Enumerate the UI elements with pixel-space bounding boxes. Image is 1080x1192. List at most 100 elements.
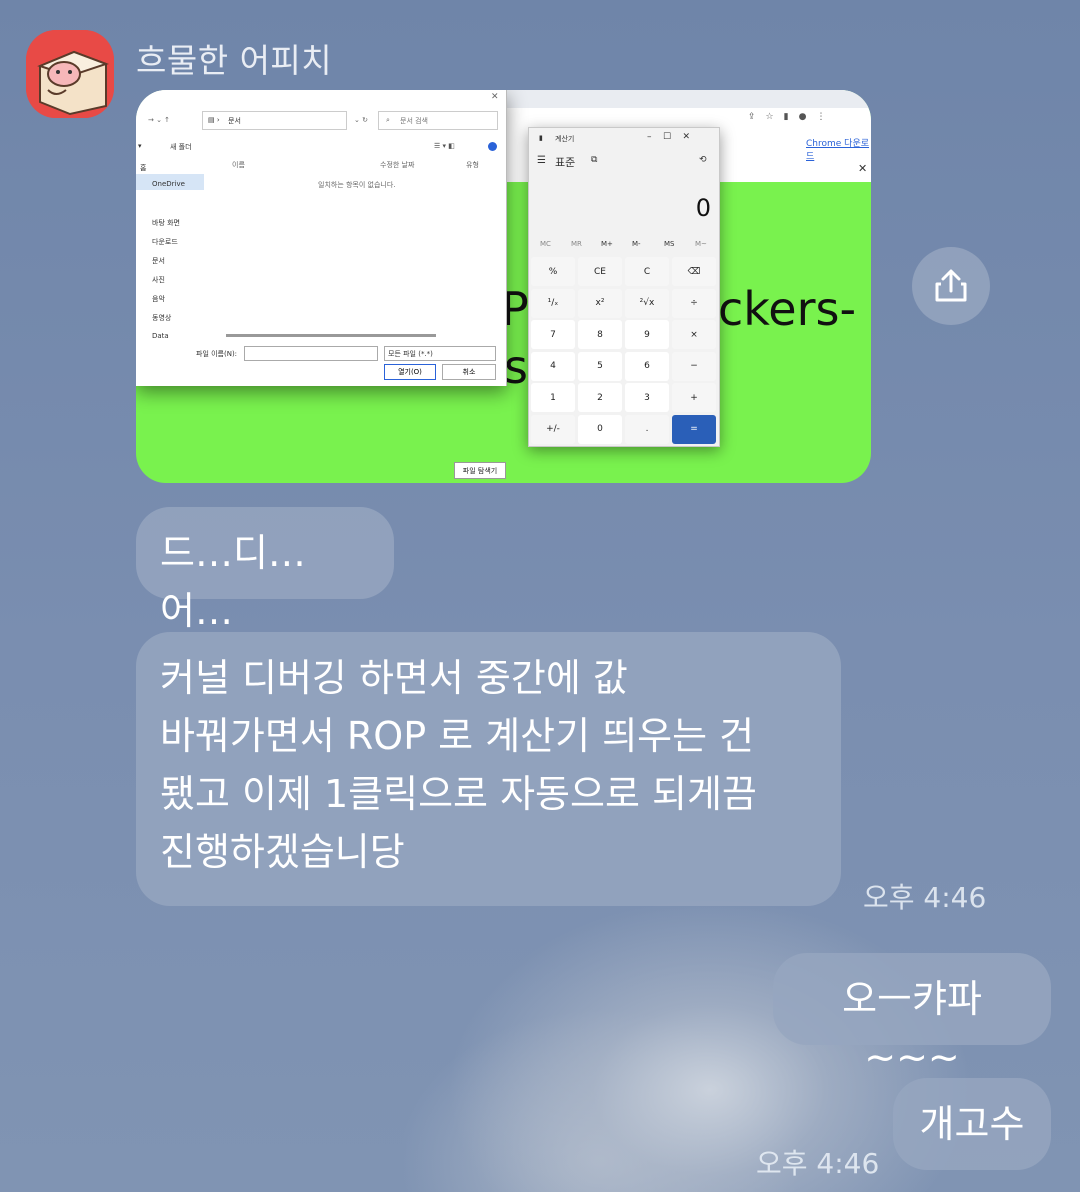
nav-item-home: 홈 xyxy=(140,164,147,172)
apeach-avatar-icon xyxy=(26,30,114,118)
browser-toolbar-icons: ⇪ ☆ ▮ ● ⋮ xyxy=(748,112,868,126)
open-button: 열기(O) xyxy=(384,364,436,380)
path-box xyxy=(202,111,347,130)
nav-item-data: Data xyxy=(152,332,169,340)
calc-key: 2 xyxy=(578,383,622,412)
calc-key: − xyxy=(672,351,716,381)
calc-key: = xyxy=(672,414,716,444)
nav-item-pictures: 사진 xyxy=(152,276,165,284)
browse-files-button: 파일 탐색기 xyxy=(454,462,506,479)
calc-key: 3 xyxy=(625,383,669,412)
chrome-download-link: Chrome 다운로드 xyxy=(806,139,870,162)
calc-key: 9 xyxy=(625,320,669,349)
path-label: 문서 xyxy=(228,117,241,125)
share-small-icon: ⇪ xyxy=(748,112,756,122)
sent-message-text: 오ㅡ캬파~~~ xyxy=(842,977,982,1079)
nav-arrows-icon: → ⌄ ↑ xyxy=(148,116,171,124)
cancel-button: 취소 xyxy=(442,364,496,380)
filename-input xyxy=(244,346,378,361)
search-box xyxy=(378,111,498,130)
refresh-icon: ⌄ ↻ xyxy=(354,116,368,124)
share-icon xyxy=(935,269,967,302)
nav-item-documents: 문서 xyxy=(152,257,165,265)
calculator-window: ▮ 계산기 – ☐ ✕ ☰ 표준 ⧉ ⟲ 0 MC MR M+ M- MS M~… xyxy=(528,127,720,447)
message-line: 커널 디버깅 하면서 중간에 값 xyxy=(160,656,628,700)
received-timestamp: 오후 4:46 xyxy=(863,881,987,914)
memory-mplus: M+ xyxy=(601,240,613,248)
nav-item-videos: 동영상 xyxy=(152,314,172,322)
memory-ms: MS xyxy=(664,240,675,248)
nav-item-music: 음악 xyxy=(152,295,165,303)
calc-key: 1 xyxy=(531,383,575,412)
nav-item-onedrive: OneDrive xyxy=(152,180,185,188)
search-placeholder: 문서 검색 xyxy=(400,117,428,125)
message-bubble[interactable]: 드…디…어… xyxy=(136,507,394,633)
star-icon: ☆ xyxy=(765,112,774,122)
extension-icon: ▮ xyxy=(783,112,789,122)
empty-message: 일치하는 항목이 없습니다. xyxy=(318,181,396,189)
sent-timestamp: 오후 4:46 xyxy=(756,1147,880,1180)
calculator-title: 계산기 xyxy=(555,135,575,143)
calculator-app-icon: ▮ xyxy=(539,134,543,142)
calc-key: CE xyxy=(578,257,622,286)
shared-screenshot-image[interactable]: ⇪ ☆ ▮ ● ⋮ Chrome 다운로드 ✕ P ckers- st ✕ → … xyxy=(136,90,871,483)
sent-message-bubble[interactable]: 개고수 xyxy=(893,1078,1051,1170)
message-line: 바꿔가면서 ROP 로 계산기 띄우는 건 xyxy=(160,714,755,758)
calc-key: ⌫ xyxy=(672,257,716,286)
calc-key: C xyxy=(625,257,669,286)
calc-key: % xyxy=(531,257,575,286)
calc-key: +/- xyxy=(531,414,575,444)
calc-key: ²√x xyxy=(625,288,669,318)
column-type: 유형 xyxy=(466,161,479,169)
calc-key: + xyxy=(672,383,716,412)
calculator-mode: 표준 xyxy=(555,156,576,169)
page-text-right: ckers- xyxy=(718,282,857,336)
calc-key: 8 xyxy=(578,320,622,349)
message-bubble-long[interactable]: 커널 디버깅 하면서 중간에 값 바꿔가면서 ROP 로 계산기 띄우는 건 됐… xyxy=(136,632,841,906)
calc-key: x² xyxy=(578,288,622,318)
memory-mminus: M- xyxy=(632,240,641,248)
history-icon: ⟲ xyxy=(699,155,707,165)
sender-name: 흐물한 어피치 xyxy=(136,41,333,80)
organize-menu: ▾ xyxy=(138,142,142,150)
filetype-value: 모든 파일 (*.*) xyxy=(388,350,433,358)
calc-key: ¹/ₓ xyxy=(531,288,575,318)
nav-item-downloads: 다운로드 xyxy=(152,238,178,246)
sent-message-bubble[interactable]: 오ㅡ캬파~~~ xyxy=(773,953,1051,1079)
horizontal-scrollbar xyxy=(226,334,436,337)
column-name: 이름 xyxy=(232,161,245,169)
message-line: 됐고 이제 1클릭으로 자동으로 되게끔 xyxy=(160,772,757,816)
calc-key: 5 xyxy=(578,351,622,381)
share-button[interactable] xyxy=(912,247,990,325)
message-line: 진행하겠습니당 xyxy=(160,830,405,874)
menu-icon: ⋮ xyxy=(816,112,826,122)
calc-key: 7 xyxy=(531,320,575,349)
help-icon xyxy=(488,142,497,151)
dialog-close-icon: ✕ xyxy=(491,92,499,102)
message-text: 드…디…어… xyxy=(160,531,306,633)
memory-mc: MC xyxy=(540,240,551,248)
sent-message-text: 개고수 xyxy=(919,1102,1025,1146)
calc-key: × xyxy=(672,320,716,349)
window-controls-icon: – ☐ ✕ xyxy=(647,132,690,142)
memory-list: M~ xyxy=(695,240,707,248)
column-date: 수정한 날짜 xyxy=(380,161,415,169)
filename-label: 파일 이름(N): xyxy=(196,350,238,358)
calc-key: 4 xyxy=(531,351,575,381)
nav-item-desktop: 바탕 화면 xyxy=(152,219,180,227)
view-options-icon: ☰ ▾ ◧ xyxy=(434,142,455,150)
folder-icon-path: ▤ › xyxy=(208,116,220,124)
calc-key: . xyxy=(625,414,669,444)
file-open-dialog: ✕ → ⌄ ↑ ▤ › 문서 ⌄ ↻ ⌕ 문서 검색 ▾ 새 폴더 ☰ ▾ ◧ … xyxy=(136,90,507,386)
calculator-display: 0 xyxy=(695,194,711,222)
hamburger-icon: ☰ xyxy=(537,155,546,166)
memory-mr: MR xyxy=(571,240,582,248)
calc-key: ÷ xyxy=(672,288,716,318)
close-icon: ✕ xyxy=(858,162,868,175)
calc-key: 0 xyxy=(578,414,622,444)
search-icon: ⌕ xyxy=(386,116,390,124)
keep-on-top-icon: ⧉ xyxy=(591,155,598,165)
new-folder-button: 새 폴더 xyxy=(170,143,192,151)
calc-key: 6 xyxy=(625,351,669,381)
sender-avatar[interactable] xyxy=(26,30,114,118)
